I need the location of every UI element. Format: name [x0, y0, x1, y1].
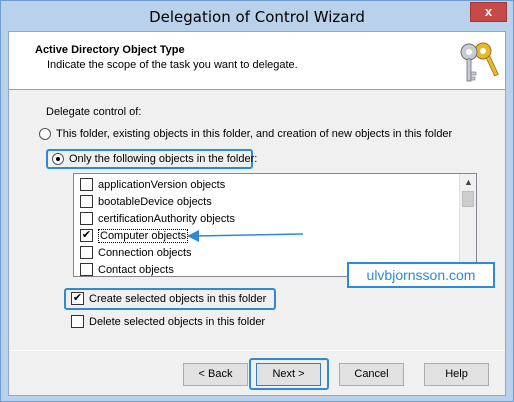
close-button[interactable]: x [470, 2, 507, 22]
list-item[interactable]: Contact objects [80, 261, 174, 276]
wizard-window: Delegation of Control Wizard x Active Di… [0, 0, 514, 402]
wizard-header: Active Directory Object Type Indicate th… [9, 32, 505, 90]
radio-label: Only the following objects in the folder… [69, 153, 258, 165]
checkbox[interactable] [80, 178, 93, 191]
list-scrollbar[interactable]: ▲ [459, 174, 476, 276]
radio-button-selected[interactable] [52, 153, 64, 165]
checkbox-label: Create selected objects in this folder [89, 292, 267, 305]
checkbox-label: Delete selected objects in this folder [89, 315, 266, 328]
create-objects-checkbox[interactable]: ✔ Create selected objects in this folder [71, 292, 266, 305]
keys-icon [460, 42, 499, 82]
list-item-label: Contact objects [98, 263, 174, 276]
window-title: Delegation of Control Wizard [149, 8, 365, 26]
checkbox[interactable] [71, 315, 84, 328]
checkbox-checked[interactable]: ✔ [80, 229, 93, 242]
wizard-client-area: Active Directory Object Type Indicate th… [8, 31, 506, 396]
header-title: Active Directory Object Type [35, 44, 185, 56]
checkbox[interactable] [80, 246, 93, 259]
checkbox-checked[interactable]: ✔ [71, 292, 84, 305]
list-item-label: Connection objects [98, 246, 192, 259]
scroll-up-icon[interactable]: ▲ [460, 174, 477, 191]
list-item[interactable]: ✔ Computer objects [80, 227, 189, 244]
checkbox[interactable] [80, 212, 93, 225]
back-button[interactable]: < Back [183, 363, 248, 386]
delegate-label: Delegate control of: [46, 106, 142, 118]
radio-label: This folder, existing objects in this fo… [56, 128, 453, 140]
list-item[interactable]: Connection objects [80, 244, 192, 261]
list-item[interactable]: bootableDevice objects [80, 193, 212, 210]
checkbox[interactable] [80, 263, 93, 276]
radio-button[interactable] [39, 128, 51, 140]
checkbox[interactable] [80, 195, 93, 208]
object-list-items: applicationVersion objects bootableDevic… [74, 174, 459, 276]
title-bar: Delegation of Control Wizard x [1, 1, 513, 31]
help-button[interactable]: Help [424, 363, 489, 386]
watermark-label: ulvbjornsson.com [347, 262, 495, 288]
button-separator [9, 350, 505, 351]
list-item[interactable]: applicationVersion objects [80, 176, 225, 193]
list-item-label: Computer objects [98, 228, 189, 243]
header-subtitle: Indicate the scope of the task you want … [47, 59, 298, 71]
list-item-label: certificationAuthority objects [98, 212, 235, 225]
next-button[interactable]: Next > [256, 363, 321, 386]
callout-arrow-icon [187, 230, 304, 242]
radio-this-folder[interactable]: This folder, existing objects in this fo… [39, 128, 452, 140]
list-item-label: applicationVersion objects [98, 178, 226, 191]
scroll-thumb[interactable] [462, 191, 474, 207]
cancel-button[interactable]: Cancel [339, 363, 404, 386]
list-item-label: bootableDevice objects [98, 195, 212, 208]
radio-only-following[interactable]: Only the following objects in the folder… [52, 153, 257, 165]
list-item[interactable]: certificationAuthority objects [80, 210, 235, 227]
delete-objects-checkbox[interactable]: Delete selected objects in this folder [71, 315, 265, 328]
